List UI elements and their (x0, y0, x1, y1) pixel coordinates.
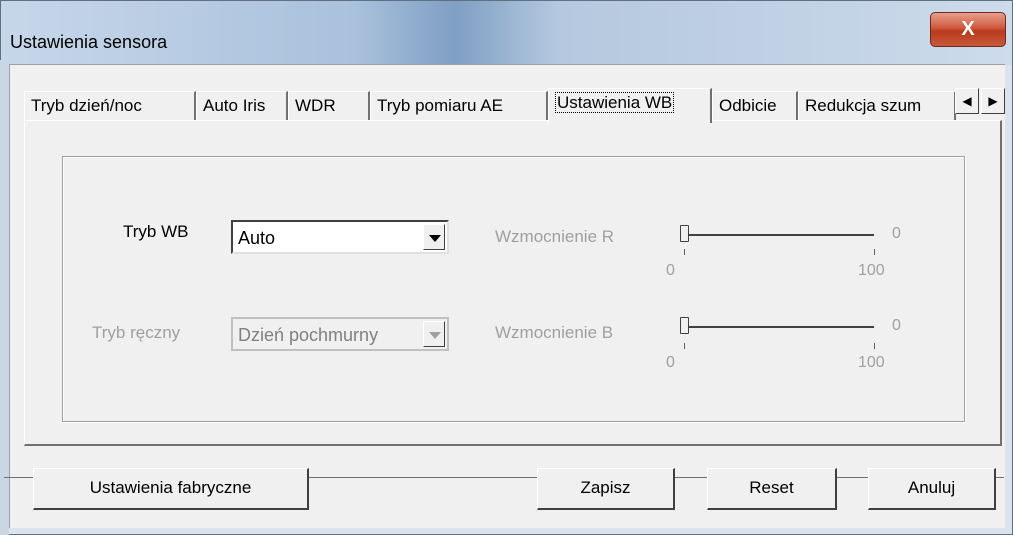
tab-ae-metering[interactable]: Tryb pomiaru AE (370, 91, 548, 120)
title-bar[interactable]: Ustawienia sensora X (1, 1, 1012, 65)
gain-r-slider-track[interactable] (684, 234, 874, 236)
gain-b-label: Wzmocnienie B (495, 323, 614, 342)
tab-label: Tryb pomiaru AE (377, 96, 503, 115)
tab-label: WDR (295, 96, 336, 115)
gain-r-tick-max (874, 249, 875, 255)
gain-r-max: 100 (858, 262, 885, 279)
chevron-down-icon[interactable] (423, 321, 445, 347)
tab-label: Tryb dzień/noc (31, 96, 142, 115)
tab-wdr[interactable]: WDR (288, 91, 370, 120)
wb-mode-label: Tryb WB (123, 222, 189, 241)
tab-label: Redukcja szum (805, 96, 922, 115)
tab-label: Auto Iris (203, 96, 266, 115)
gain-b-slider-thumb[interactable] (680, 317, 689, 334)
gain-b-tick-min (684, 343, 685, 349)
gain-r-slider-thumb[interactable] (680, 225, 689, 242)
cancel-button[interactable]: Anuluj (868, 468, 996, 510)
gain-b-value: 0 (892, 317, 901, 334)
tab-noise-reduction[interactable]: Redukcja szum (798, 91, 956, 120)
gain-b-max: 100 (858, 354, 885, 371)
window-border (0, 60, 9, 535)
manual-mode-label: Tryb ręczny (92, 323, 181, 342)
gain-b-tick-max (874, 343, 875, 349)
tab-wb-settings[interactable]: Ustawienia WB (548, 88, 712, 123)
scroll-left-icon[interactable]: ◀ (955, 88, 979, 114)
scroll-right-icon[interactable]: ▶ (981, 88, 1005, 114)
gain-r-tick-min (684, 249, 685, 255)
close-button[interactable]: X (930, 12, 1006, 47)
tab-scroll-buttons: ◀ ▶ (955, 88, 1005, 114)
wb-mode-select[interactable]: Auto (231, 220, 449, 254)
tab-day-night[interactable]: Tryb dzień/noc (24, 91, 196, 120)
chevron-down-icon[interactable] (423, 224, 445, 250)
gain-b-min: 0 (666, 354, 675, 371)
tab-auto-iris[interactable]: Auto Iris (196, 91, 288, 120)
manual-mode-value: Dzień pochmurny (238, 325, 379, 345)
gain-r-value: 0 (892, 225, 901, 242)
factory-settings-button[interactable]: Ustawienia fabryczne (33, 468, 309, 510)
tab-label: Ustawienia WB (555, 92, 675, 113)
window-title: Ustawienia sensora (10, 32, 168, 52)
wb-group-box (62, 156, 965, 422)
gain-b-slider-track[interactable] (684, 326, 874, 328)
tab-label: Odbicie (719, 96, 777, 115)
gain-r-min: 0 (666, 262, 675, 279)
tab-reflection[interactable]: Odbicie (712, 91, 798, 120)
save-button[interactable]: Zapisz (537, 468, 675, 510)
wb-mode-value: Auto (238, 228, 276, 248)
reset-button[interactable]: Reset (707, 468, 837, 510)
manual-mode-select[interactable]: Dzień pochmurny (231, 317, 449, 351)
gain-r-label: Wzmocnienie R (495, 227, 615, 246)
